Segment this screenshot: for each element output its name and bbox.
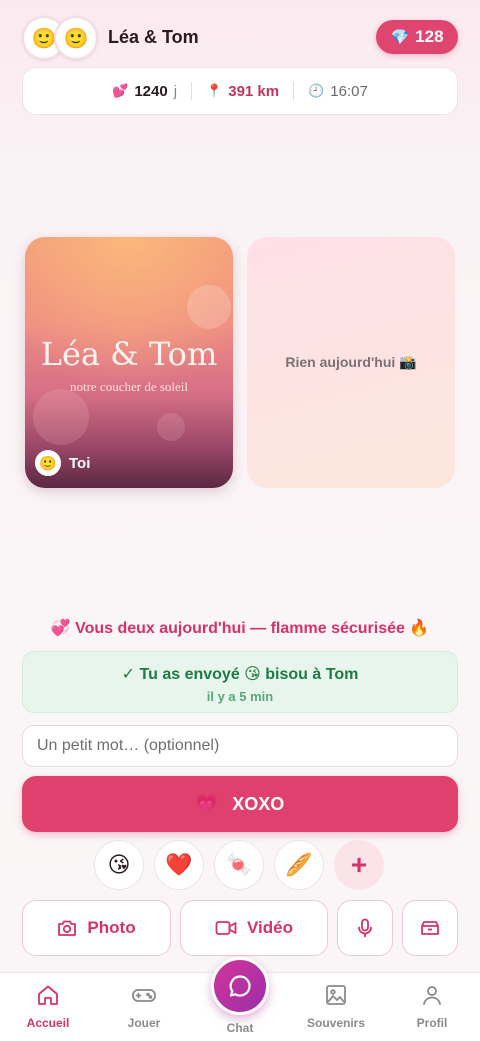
nav-profile-label: Profil xyxy=(416,1016,448,1030)
header: 🙂 🙂 Léa & Tom 💎 128 xyxy=(22,16,458,60)
time-value: 16:07 xyxy=(330,82,368,100)
nav-memories-label: Souvenirs xyxy=(306,1016,366,1030)
bokeh-decoration xyxy=(187,285,231,329)
partner-photo-card[interactable]: Rien aujourd'hui 📸 xyxy=(247,237,455,488)
image-icon xyxy=(326,985,346,1005)
gamepad-icon xyxy=(132,989,156,1002)
owner-avatar: 🙂 xyxy=(35,450,61,476)
microphone-icon xyxy=(358,918,372,938)
sent-time: il y a 5 min xyxy=(206,689,274,704)
xoxo-button[interactable]: 💗 XOXO xyxy=(22,776,458,832)
nav-play[interactable]: Jouer xyxy=(104,983,184,1030)
home-icon xyxy=(38,985,58,1005)
avatar-right[interactable]: 🙂 xyxy=(54,16,98,60)
photo-caption-subtitle: notre coucher de soleil xyxy=(69,379,189,394)
distance-value: 391 km xyxy=(228,82,280,100)
bokeh-decoration xyxy=(33,389,89,445)
sent-confirmation: ✓ Tu as envoyé 😘 bisou à Tom il y a 5 mi… xyxy=(22,651,458,713)
partner-time: 🕘 16:07 xyxy=(294,83,382,100)
quick-emoji-row: 😘 ❤️ 🍬 🥖 + xyxy=(94,840,384,890)
clock-icon: 🕘 xyxy=(308,83,325,98)
video-camera-icon xyxy=(215,921,237,935)
emoji-heart-button[interactable]: ❤️ xyxy=(154,840,204,890)
camera-icon xyxy=(58,920,77,936)
emoji-baguette-button[interactable]: 🥖 xyxy=(274,840,324,890)
days-unit: j xyxy=(173,82,178,100)
stats-bar: 💕 1240 j 📍 391 km 🕘 16:07 xyxy=(22,67,458,115)
box-button[interactable] xyxy=(402,900,458,956)
photo-owner: 🙂 Toi xyxy=(35,450,90,476)
hearts-icon: 💕 xyxy=(112,83,129,98)
sent-message: ✓ Tu as envoyé 😘 bisou à Tom xyxy=(121,666,359,683)
note-input[interactable] xyxy=(22,725,458,767)
my-photo-card[interactable]: Léa & Tom notre coucher de soleil 🙂 Toi xyxy=(25,237,233,488)
gems-badge[interactable]: 💎 128 xyxy=(376,20,458,54)
nav-play-label: Jouer xyxy=(127,1016,161,1030)
bokeh-decoration xyxy=(157,413,185,441)
photo-caption-title: Léa & Tom xyxy=(40,335,218,373)
nav-profile[interactable]: Profil xyxy=(392,983,472,1030)
owner-label: Toi xyxy=(69,454,91,472)
empty-photo-label: Rien aujourd'hui 📸 xyxy=(285,354,417,370)
box-icon xyxy=(421,921,439,935)
nav-home-label: Accueil xyxy=(26,1016,70,1030)
emoji-candy-button[interactable]: 🍬 xyxy=(214,840,264,890)
xoxo-label: XOXO xyxy=(232,793,285,814)
voice-button[interactable] xyxy=(337,900,393,956)
emoji-kiss-button[interactable]: 😘 xyxy=(94,840,144,890)
photo-button[interactable]: Photo xyxy=(22,900,171,956)
distance: 📍 391 km xyxy=(192,83,293,100)
pin-icon: 📍 xyxy=(206,83,223,98)
streak-message: 💞 Vous deux aujourd'hui — flamme sécuris… xyxy=(50,620,430,637)
gems-count: 128 xyxy=(415,27,444,46)
media-actions: Photo Vidéo xyxy=(22,900,458,956)
nav-memories[interactable]: Souvenirs xyxy=(296,983,376,1030)
chat-bubble-icon xyxy=(229,975,251,997)
user-icon xyxy=(423,986,441,1005)
heart-icon: 💗 xyxy=(195,793,219,814)
video-label: Vidéo xyxy=(247,918,293,937)
video-button[interactable]: Vidéo xyxy=(180,900,328,956)
nav-home[interactable]: Accueil xyxy=(8,983,88,1030)
add-emoji-button[interactable]: + xyxy=(334,840,384,890)
nav-chat-label: Chat xyxy=(226,1021,254,1035)
days-together: 💕 1240 j xyxy=(98,83,191,100)
gem-icon: 💎 xyxy=(390,29,410,46)
photo-label: Photo xyxy=(87,918,136,937)
chat-button[interactable] xyxy=(211,957,269,1015)
days-value: 1240 xyxy=(134,82,168,100)
couple-name: Léa & Tom xyxy=(108,27,199,47)
